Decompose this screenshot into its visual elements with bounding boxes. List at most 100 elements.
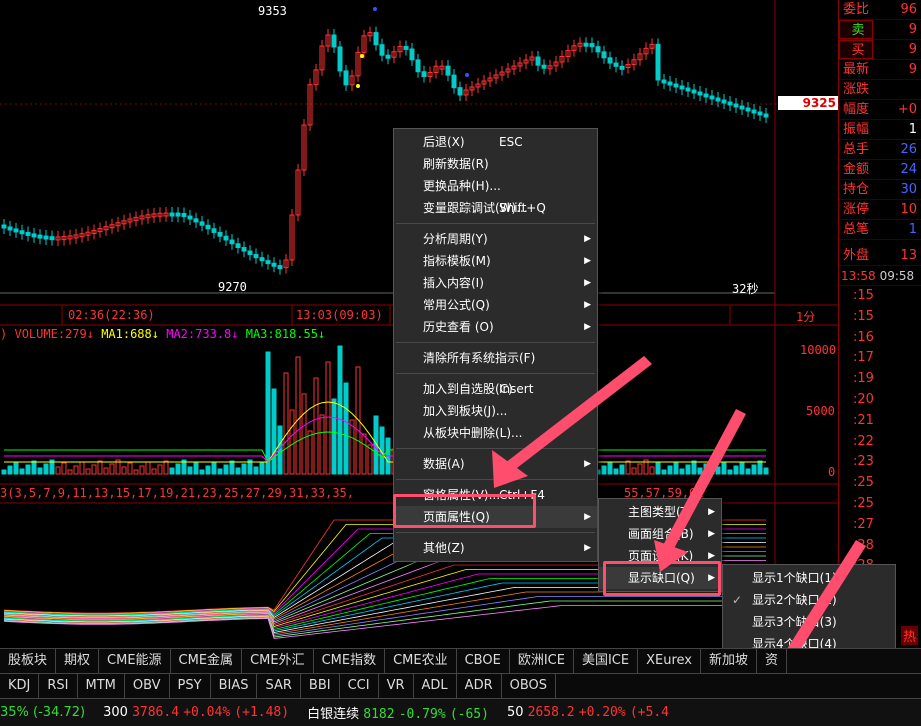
volume-bar (223, 464, 229, 475)
tab-item[interactable]: 资 (757, 649, 788, 673)
menu-item-label: 画面组合(B) (628, 527, 694, 541)
menu-item-label: 主图类型(T) (628, 505, 693, 519)
tab-item[interactable]: CME农业 (385, 649, 457, 673)
menu-item[interactable]: 显示3个缺口(3) (723, 611, 895, 633)
tab-item[interactable]: CME能源 (99, 649, 171, 673)
menu-item[interactable]: 历史查看 (O) ▶ (394, 316, 597, 338)
volume-bar (655, 462, 661, 475)
quote-row: 幅度 +0 (839, 100, 921, 120)
volume-bar (625, 460, 631, 475)
menu-separator (396, 342, 595, 343)
menu-item[interactable]: ✓ 显示2个缺口(2) (723, 589, 895, 611)
gap-marker (465, 73, 469, 77)
candle-body (703, 93, 709, 98)
quote-label: 买 (839, 40, 873, 59)
volume-bar (331, 398, 337, 475)
tab-item[interactable]: 欧洲ICE (510, 649, 574, 673)
menu-item[interactable]: 刷新数据(R) (394, 153, 597, 175)
tab-item[interactable]: ADL (414, 674, 457, 698)
tab-item[interactable]: SAR (257, 674, 301, 698)
menu-item-label: 数据(A) (423, 457, 465, 471)
tab-item[interactable]: ADR (457, 674, 502, 698)
menu-item[interactable]: 其他(Z) ▶ (394, 537, 597, 559)
menu-item[interactable]: 后退(X) ESC (394, 131, 597, 153)
menu-item[interactable]: 常用公式(Q) ▶ (394, 294, 597, 316)
volume-bar (91, 464, 97, 475)
candle-body (721, 99, 727, 104)
volume-bar (739, 461, 745, 475)
volume-bar (763, 467, 769, 475)
market-tabbar[interactable]: 股板块 期权 CME能源 CME金属 CME外汇 CME指数 CME农业 CBOE 欧洲ICE 美… (0, 648, 921, 673)
tab-item[interactable]: VR (379, 674, 414, 698)
countdown-label: 32秒 (732, 282, 759, 296)
menu-item[interactable]: 更换品种(H)... (394, 175, 597, 197)
menu-item[interactable]: 加入到自选股(C) Insert (394, 378, 597, 400)
quote-row: 振幅 1 (839, 120, 921, 140)
tab-item[interactable]: CME外汇 (242, 649, 314, 673)
status-index-3-value: 8182 (363, 707, 395, 722)
menu-item-label: 常用公式(Q) (423, 298, 490, 312)
menu-item[interactable]: 指标模板(M) ▶ (394, 250, 597, 272)
menu-item[interactable]: 清除所有系统指示(F) (394, 347, 597, 369)
paren-text: ) (0, 327, 8, 341)
tick-time: :15 (853, 308, 874, 324)
volume-bar (79, 461, 85, 475)
menu-item[interactable]: 变量跟踪调试(W)... Shift+Q (394, 197, 597, 219)
volume-bar (151, 468, 157, 475)
tab-item[interactable]: 美国ICE (574, 649, 639, 673)
tab-item[interactable]: KDJ (0, 674, 40, 698)
tab-item[interactable]: CME指数 (314, 649, 386, 673)
gap-marker (360, 54, 364, 58)
menu-item[interactable]: 加入到板块(J)... (394, 400, 597, 422)
tab-item[interactable]: MTM (78, 674, 125, 698)
volume-bar (601, 465, 607, 475)
tab-item[interactable]: CBOE (457, 649, 510, 673)
menu-item[interactable]: 分析周期(Y) ▶ (394, 228, 597, 250)
tab-item[interactable]: BBI (301, 674, 340, 698)
volume-bar (205, 465, 211, 475)
volume-bar (61, 462, 67, 475)
candle-body (343, 70, 349, 86)
menu-item[interactable]: 插入内容(I) ▶ (394, 272, 597, 294)
candle-body (259, 257, 265, 262)
quote-label: 涨跌 (843, 82, 870, 97)
menu-item[interactable]: 主图类型(T) ▶ (599, 501, 721, 523)
candle-body (199, 221, 205, 226)
menu-item-label: 分析周期(Y) (423, 232, 488, 246)
check-icon: ✓ (732, 593, 743, 607)
volume-bar (337, 345, 343, 475)
quote-value: 96 (900, 2, 917, 17)
volume-bar (97, 460, 103, 475)
candle-body (457, 87, 463, 96)
submenu-arrow-icon: ▶ (708, 507, 715, 517)
candle-body (541, 64, 547, 69)
menu-item[interactable]: 数据(A) ▶ (394, 453, 597, 475)
tab-item[interactable]: CCI (340, 674, 379, 698)
tab-item[interactable]: OBV (125, 674, 170, 698)
menu-item[interactable]: 从板块中删除(L)... (394, 422, 597, 444)
candle-body (373, 32, 379, 46)
candle-body (619, 65, 625, 70)
ma3-down-icon: ↓ (317, 327, 326, 341)
candle-body (7, 226, 13, 231)
tab-item[interactable]: XEurex (638, 649, 701, 673)
menu-item[interactable]: 画面组合(B) ▶ (599, 523, 721, 545)
vol-axis-10000: 10000 (800, 343, 837, 357)
candle-body (247, 250, 253, 255)
volume-bar (217, 468, 223, 475)
volume-bar (43, 463, 49, 475)
tab-item[interactable]: RSI (39, 674, 78, 698)
tab-item[interactable]: OBOS (502, 674, 557, 698)
tab-item[interactable]: PSY (170, 674, 211, 698)
candle-body (187, 215, 193, 220)
tab-item[interactable]: CME金属 (171, 649, 243, 673)
tab-item[interactable]: BIAS (211, 674, 258, 698)
tab-item[interactable]: 新加坡 (701, 649, 758, 673)
indicator-tabbar[interactable]: KDJ RSI MTM OBV PSY BIAS SAR BBI CCI VR ADL ADR OBOS (0, 673, 921, 698)
tab-item[interactable]: 期权 (56, 649, 100, 673)
candle-body (709, 95, 715, 100)
tab-item[interactable]: 股板块 (0, 649, 57, 673)
menu-item-label: 显示3个缺口(3) (752, 615, 837, 629)
menu-item[interactable]: 显示1个缺口(1) (723, 567, 895, 589)
volume-bar (73, 465, 79, 475)
